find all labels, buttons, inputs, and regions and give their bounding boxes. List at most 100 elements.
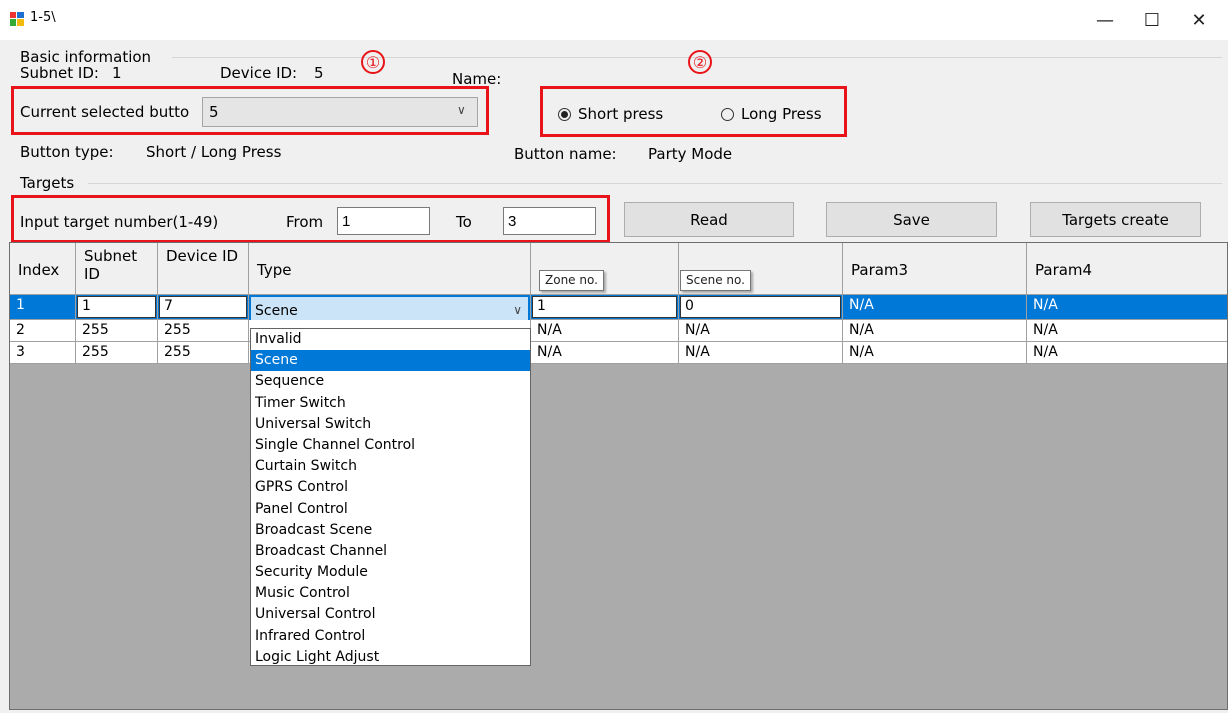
targets-create-button[interactable]: Targets create bbox=[1030, 202, 1201, 237]
header-device-label: Device ID bbox=[166, 247, 239, 265]
save-button-label: Save bbox=[893, 210, 930, 229]
dropdown-option[interactable]: Timer Switch bbox=[251, 393, 530, 414]
short-press-label[interactable]: Short press bbox=[578, 105, 663, 123]
dropdown-option[interactable]: Invalid bbox=[251, 329, 530, 350]
minimize-button[interactable]: — bbox=[1082, 4, 1128, 36]
header-param4[interactable]: Param4 bbox=[1027, 243, 1227, 295]
dropdown-option[interactable]: Single Channel Control bbox=[251, 435, 530, 456]
annotation-1: ① bbox=[361, 50, 385, 74]
cell-param2[interactable]: N/A bbox=[679, 342, 843, 364]
cell-param2[interactable]: 0 bbox=[679, 295, 843, 320]
dropdown-option[interactable]: Broadcast Channel bbox=[251, 541, 530, 562]
cell-param1[interactable]: 1 bbox=[531, 295, 679, 320]
cell-param3[interactable]: N/A bbox=[843, 320, 1027, 342]
targets-grid[interactable]: Index Subnet ID Device ID Type Zone no. … bbox=[9, 242, 1228, 710]
header-device-id[interactable]: Device ID bbox=[158, 243, 249, 295]
dropdown-option[interactable]: Infrared Control bbox=[251, 626, 530, 647]
button-type-label: Button type: bbox=[20, 143, 114, 161]
long-press-radio[interactable] bbox=[721, 108, 734, 121]
scene-no-tooltip: Scene no. bbox=[680, 270, 751, 291]
subnet-id-label: Subnet ID: bbox=[20, 64, 99, 82]
type-dropdown-list[interactable]: Invalid Scene Sequence Timer Switch Univ… bbox=[250, 328, 531, 666]
long-press-label[interactable]: Long Press bbox=[741, 105, 822, 123]
header-type-label: Type bbox=[257, 261, 292, 279]
close-button[interactable]: ✕ bbox=[1176, 4, 1222, 36]
cell-device[interactable]: 255 bbox=[158, 342, 249, 364]
targets-group-label: Targets bbox=[20, 174, 75, 192]
cell-index[interactable]: 1 bbox=[10, 295, 76, 320]
dropdown-option[interactable]: Logic Light Adjust bbox=[251, 647, 530, 668]
close-icon: ✕ bbox=[1191, 9, 1207, 31]
cell-device[interactable]: 255 bbox=[158, 320, 249, 342]
short-press-radio[interactable] bbox=[558, 108, 571, 121]
dropdown-option[interactable]: Security Module bbox=[251, 562, 530, 583]
window-title: 1-5\ bbox=[30, 10, 56, 25]
header-subnet-label: Subnet ID bbox=[84, 247, 138, 283]
cell-param3[interactable]: N/A bbox=[843, 295, 1027, 320]
from-label: From bbox=[286, 213, 324, 231]
header-index-label: Index bbox=[18, 261, 60, 279]
header-param1[interactable]: Zone no. bbox=[531, 243, 679, 295]
input-target-label: Input target number(1-49) bbox=[20, 213, 219, 231]
targets-create-button-label: Targets create bbox=[1062, 210, 1169, 229]
group-divider bbox=[88, 183, 1222, 184]
chevron-down-icon[interactable]: ∨ bbox=[513, 303, 522, 317]
header-subnet-id[interactable]: Subnet ID bbox=[76, 243, 158, 295]
param1-edit-input[interactable]: 1 bbox=[532, 296, 677, 318]
dropdown-option[interactable]: Universal Switch bbox=[251, 414, 530, 435]
zone-no-tooltip: Zone no. bbox=[539, 270, 604, 291]
button-name-value: Party Mode bbox=[648, 145, 733, 163]
cell-subnet[interactable]: 255 bbox=[76, 342, 158, 364]
to-input[interactable] bbox=[503, 207, 596, 235]
cell-param4[interactable]: N/A bbox=[1027, 342, 1227, 364]
device-edit-input[interactable]: 7 bbox=[159, 296, 247, 318]
dropdown-option[interactable]: Sequence bbox=[251, 371, 530, 392]
save-button[interactable]: Save bbox=[826, 202, 997, 237]
title-bar: 1-5\ — ☐ ✕ bbox=[0, 0, 1228, 40]
dropdown-option[interactable]: Universal Control bbox=[251, 604, 530, 625]
annotation-2: ② bbox=[688, 50, 712, 74]
cell-param3[interactable]: N/A bbox=[843, 342, 1027, 364]
radio-unselected-icon bbox=[721, 108, 734, 121]
cell-subnet[interactable]: 1 bbox=[76, 295, 158, 320]
header-param2[interactable]: Scene no. bbox=[679, 243, 843, 295]
chevron-down-icon: ∨ bbox=[457, 103, 466, 117]
header-param4-label: Param4 bbox=[1035, 261, 1093, 279]
device-id-value: 5 bbox=[314, 64, 324, 82]
dropdown-option[interactable]: Music Control bbox=[251, 583, 530, 604]
dropdown-option[interactable]: Curtain Switch bbox=[251, 456, 530, 477]
cell-device[interactable]: 7 bbox=[158, 295, 249, 320]
to-label: To bbox=[456, 213, 472, 231]
header-param3[interactable]: Param3 bbox=[843, 243, 1027, 295]
cell-param2[interactable]: N/A bbox=[679, 320, 843, 342]
dropdown-option[interactable]: Broadcast Scene bbox=[251, 520, 530, 541]
minimize-icon: — bbox=[1096, 9, 1114, 31]
app-icon bbox=[10, 12, 24, 26]
cell-param1[interactable]: N/A bbox=[531, 342, 679, 364]
current-button-value: 5 bbox=[209, 103, 219, 121]
cell-subnet[interactable]: 255 bbox=[76, 320, 158, 342]
button-name-label: Button name: bbox=[514, 145, 617, 163]
read-button[interactable]: Read bbox=[624, 202, 794, 237]
header-type[interactable]: Type bbox=[249, 243, 531, 295]
cell-param4[interactable]: N/A bbox=[1027, 295, 1227, 320]
cell-index[interactable]: 2 bbox=[10, 320, 76, 342]
header-index[interactable]: Index bbox=[10, 243, 76, 295]
cell-param1[interactable]: N/A bbox=[531, 320, 679, 342]
from-input[interactable] bbox=[337, 207, 430, 235]
current-button-combo[interactable]: 5 ∨ bbox=[202, 97, 478, 127]
param2-edit-input[interactable]: 0 bbox=[680, 296, 841, 318]
cell-param4[interactable]: N/A bbox=[1027, 320, 1227, 342]
dropdown-option[interactable]: GPRS Control bbox=[251, 477, 530, 498]
maximize-icon: ☐ bbox=[1143, 9, 1161, 31]
dropdown-option-selected[interactable]: Scene bbox=[251, 350, 530, 372]
type-combo-value: Scene bbox=[255, 303, 298, 319]
maximize-button[interactable]: ☐ bbox=[1129, 4, 1175, 36]
cell-index[interactable]: 3 bbox=[10, 342, 76, 364]
subnet-id-value: 1 bbox=[112, 64, 122, 82]
header-param3-label: Param3 bbox=[851, 261, 909, 279]
read-button-label: Read bbox=[690, 210, 728, 229]
dropdown-option[interactable]: Panel Control bbox=[251, 499, 530, 520]
subnet-edit-input[interactable]: 1 bbox=[77, 296, 156, 318]
current-button-label: Current selected butto bbox=[20, 103, 190, 121]
